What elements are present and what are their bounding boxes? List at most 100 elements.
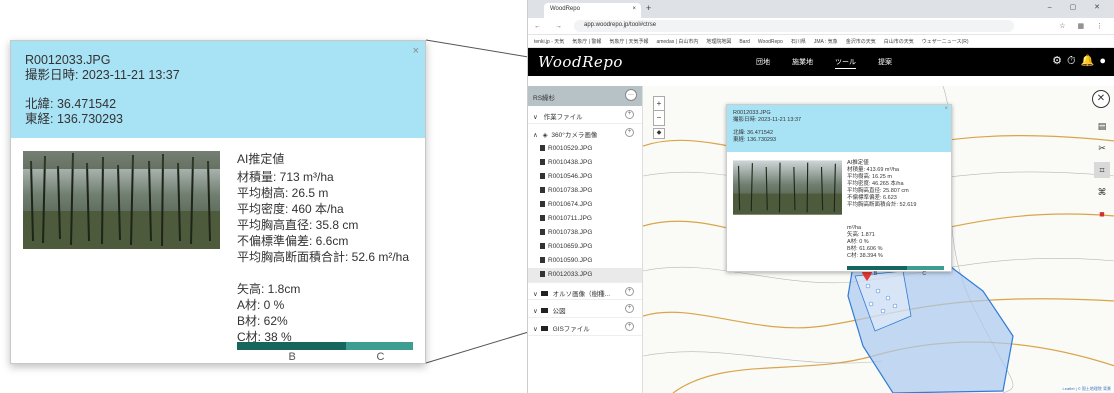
file-list-item[interactable]: R0010738.JPG xyxy=(528,226,642,240)
edit-polygon-icon[interactable]: ⌗ xyxy=(1094,162,1110,178)
file-list-item[interactable]: R0010738.JPG xyxy=(528,184,642,198)
woodrepo-logo[interactable]: WoodRepo xyxy=(538,53,623,71)
yaheight: 矢高: 1.8cm xyxy=(237,282,301,296)
close-panel-icon[interactable]: ✕ xyxy=(1092,90,1110,108)
mini-forest-photo xyxy=(733,160,842,215)
mini-grade-b: B材: 61.606 % xyxy=(847,246,883,252)
file-icon xyxy=(540,201,545,207)
chevron-down-icon: ∨ xyxy=(533,326,538,333)
file-list-item[interactable]: R0010711.JPG xyxy=(528,212,642,226)
file-name: R0010590.JPG xyxy=(548,257,593,264)
camera-icon: ◈ xyxy=(542,132,548,139)
bookmark-item[interactable]: 石川県 xyxy=(791,39,806,45)
add-icon[interactable]: + xyxy=(625,287,634,296)
file-list-item[interactable]: R0010674.JPG xyxy=(528,198,642,212)
file-list-item[interactable]: R0010546.JPG xyxy=(528,170,642,184)
mini-popup-header: × R0012033.JPG 撮影日時: 2023-11-21 13:37 北緯… xyxy=(727,105,951,152)
close-icon[interactable]: × xyxy=(413,44,419,59)
forest-360-photo xyxy=(23,151,220,249)
window-controls[interactable]: – ▢ ✕ xyxy=(1048,3,1108,11)
file-list-item[interactable]: R0010438.JPG xyxy=(528,156,642,170)
more-icon[interactable]: ··· xyxy=(625,89,637,101)
add-icon[interactable]: + xyxy=(625,304,634,313)
map-attribution[interactable]: Leaflet | © 国土地理院 背景 xyxy=(1060,386,1113,392)
bookmark-item[interactable]: 地理院地図 xyxy=(706,39,731,45)
chevron-down-icon: ∨ xyxy=(533,291,538,298)
folder-work-files[interactable]: ∨ 作業ファイル + xyxy=(528,106,642,124)
bookmark-item[interactable]: amedas | 白山市内 xyxy=(656,39,698,45)
folder-label: オルソ画像（樹種... xyxy=(552,291,610,298)
popup-header: × R0012033.JPG 撮影日時: 2023-11-21 13:37 北緯… xyxy=(11,41,425,138)
ai-title: AI推定値 xyxy=(237,152,285,166)
file-list-item[interactable]: R0012033.JPG xyxy=(528,268,642,282)
trash-icon[interactable]: ■ xyxy=(1094,206,1110,222)
add-icon[interactable]: + xyxy=(625,110,634,119)
layers-icon[interactable]: ◆ xyxy=(653,128,665,139)
grade-b: B材: 62% xyxy=(237,314,288,328)
bookmark-item[interactable]: 金沢市の天気 xyxy=(846,39,876,45)
map-photo-popup: × R0012033.JPG 撮影日時: 2023-11-21 13:37 北緯… xyxy=(726,104,952,277)
zoom-out-button[interactable]: − xyxy=(654,111,664,124)
mini-ai-volume: 材積量: 413.69 m³/ha xyxy=(847,167,899,173)
file-name: R0012033.JPG xyxy=(548,271,593,278)
file-list-item[interactable]: R0010659.JPG xyxy=(528,240,642,254)
file-list-item[interactable]: R0010590.JPG xyxy=(528,254,642,268)
grade-bar-label-c: C xyxy=(376,351,385,363)
bookmark-item[interactable]: Bard xyxy=(739,39,750,45)
map-view[interactable]: + − ◆ × R0012033.JPG 撮影日時: 2023-11-21 13… xyxy=(643,86,1114,393)
grade-bar-label-b: B xyxy=(288,351,296,363)
tab-close-icon[interactable]: × xyxy=(632,6,636,12)
ai-basal-area: 平均胸高断面積合計: 52.6 m²/ha xyxy=(237,250,410,264)
new-tab-icon[interactable]: + xyxy=(646,3,651,13)
gear-icon[interactable]: ⚙ xyxy=(1052,55,1067,67)
bookmark-item[interactable]: tenki.jp - 天気 xyxy=(534,39,564,45)
folder-360-camera[interactable]: ∧ ◈ 360°カメラ画像 + xyxy=(528,124,642,142)
folder-gis[interactable]: ∨ GISファイル + xyxy=(528,318,642,336)
grade-bar-segment-b xyxy=(237,342,347,350)
bookmark-item[interactable]: JMA : 気象 xyxy=(814,39,838,45)
add-icon[interactable]: + xyxy=(625,128,634,137)
user-icon[interactable]: ● xyxy=(1099,55,1111,67)
bookmark-item[interactable]: 気象庁 | 警報 xyxy=(572,39,601,45)
file-name: R0010738.JPG xyxy=(548,229,593,236)
ai-std: 不偏標準偏差: 6.6cm xyxy=(237,234,349,248)
mini-ai-title: AI推定値 xyxy=(847,160,869,166)
nav-tab-3[interactable]: 提案 xyxy=(878,57,892,67)
bell-icon[interactable]: 🔔 xyxy=(1081,55,1100,67)
file-list-item[interactable]: R0010529.JPG xyxy=(528,142,642,156)
photo-datetime: 撮影日時: 2023-11-21 13:37 xyxy=(25,68,180,82)
bookmark-item[interactable]: WoodRepo xyxy=(758,39,783,45)
folder-icon xyxy=(540,291,548,296)
mini-longitude: 東経: 136.730293 xyxy=(733,137,777,143)
bookmark-item[interactable]: 白山市の天気 xyxy=(884,39,914,45)
map-toolbar: ✕ ▤ ✂ ⌗ ⌘ ■ xyxy=(1091,90,1113,228)
mini-grade-bar-segment-c xyxy=(906,266,944,270)
folder-ortho[interactable]: ∨ オルソ画像（樹種... + xyxy=(528,282,642,300)
extension-icons[interactable]: ☆ ▦ ⋮ xyxy=(1059,22,1108,30)
zoomed-photo-popup: × R0012033.JPG 撮影日時: 2023-11-21 13:37 北緯… xyxy=(10,40,426,364)
split-polygon-icon[interactable]: ⌘ xyxy=(1094,184,1110,200)
scissors-icon[interactable]: ✂ xyxy=(1094,140,1110,156)
zoom-in-button[interactable]: + xyxy=(654,97,664,111)
chevron-down-icon: ∨ xyxy=(533,114,538,121)
mini-filename: R0012033.JPG xyxy=(733,110,771,116)
file-icon xyxy=(540,271,545,277)
folder-park[interactable]: ∨ 公図 + xyxy=(528,300,642,318)
timer-icon[interactable]: ⏱ xyxy=(1067,55,1081,67)
mini-ai-density: 平均密度: 46.265 本/ha xyxy=(847,181,904,187)
bookmark-item[interactable]: ウェザーニュース(R) xyxy=(922,39,969,45)
add-icon[interactable]: + xyxy=(625,322,634,331)
tab-title: WoodRepo xyxy=(550,6,580,12)
bookmark-item[interactable]: 気象庁 | 天気予報 xyxy=(609,39,648,45)
nav-tab-1[interactable]: 施業地 xyxy=(792,57,813,67)
area-tool-icon[interactable]: ▤ xyxy=(1094,118,1110,134)
close-icon[interactable]: × xyxy=(944,106,948,113)
nav-tab-0[interactable]: 団地 xyxy=(756,57,770,67)
nav-tab-2[interactable]: ツール xyxy=(835,57,856,69)
file-icon xyxy=(540,145,545,151)
file-icon xyxy=(540,257,545,263)
url-input[interactable]: app.woodrepo.jp/tool#ctrse xyxy=(574,20,1014,32)
file-icon xyxy=(540,243,545,249)
browser-tab[interactable]: WoodRepo × xyxy=(544,3,641,18)
file-list: R0010529.JPG R0010438.JPG R0010546.JPG R001… xyxy=(528,142,642,282)
